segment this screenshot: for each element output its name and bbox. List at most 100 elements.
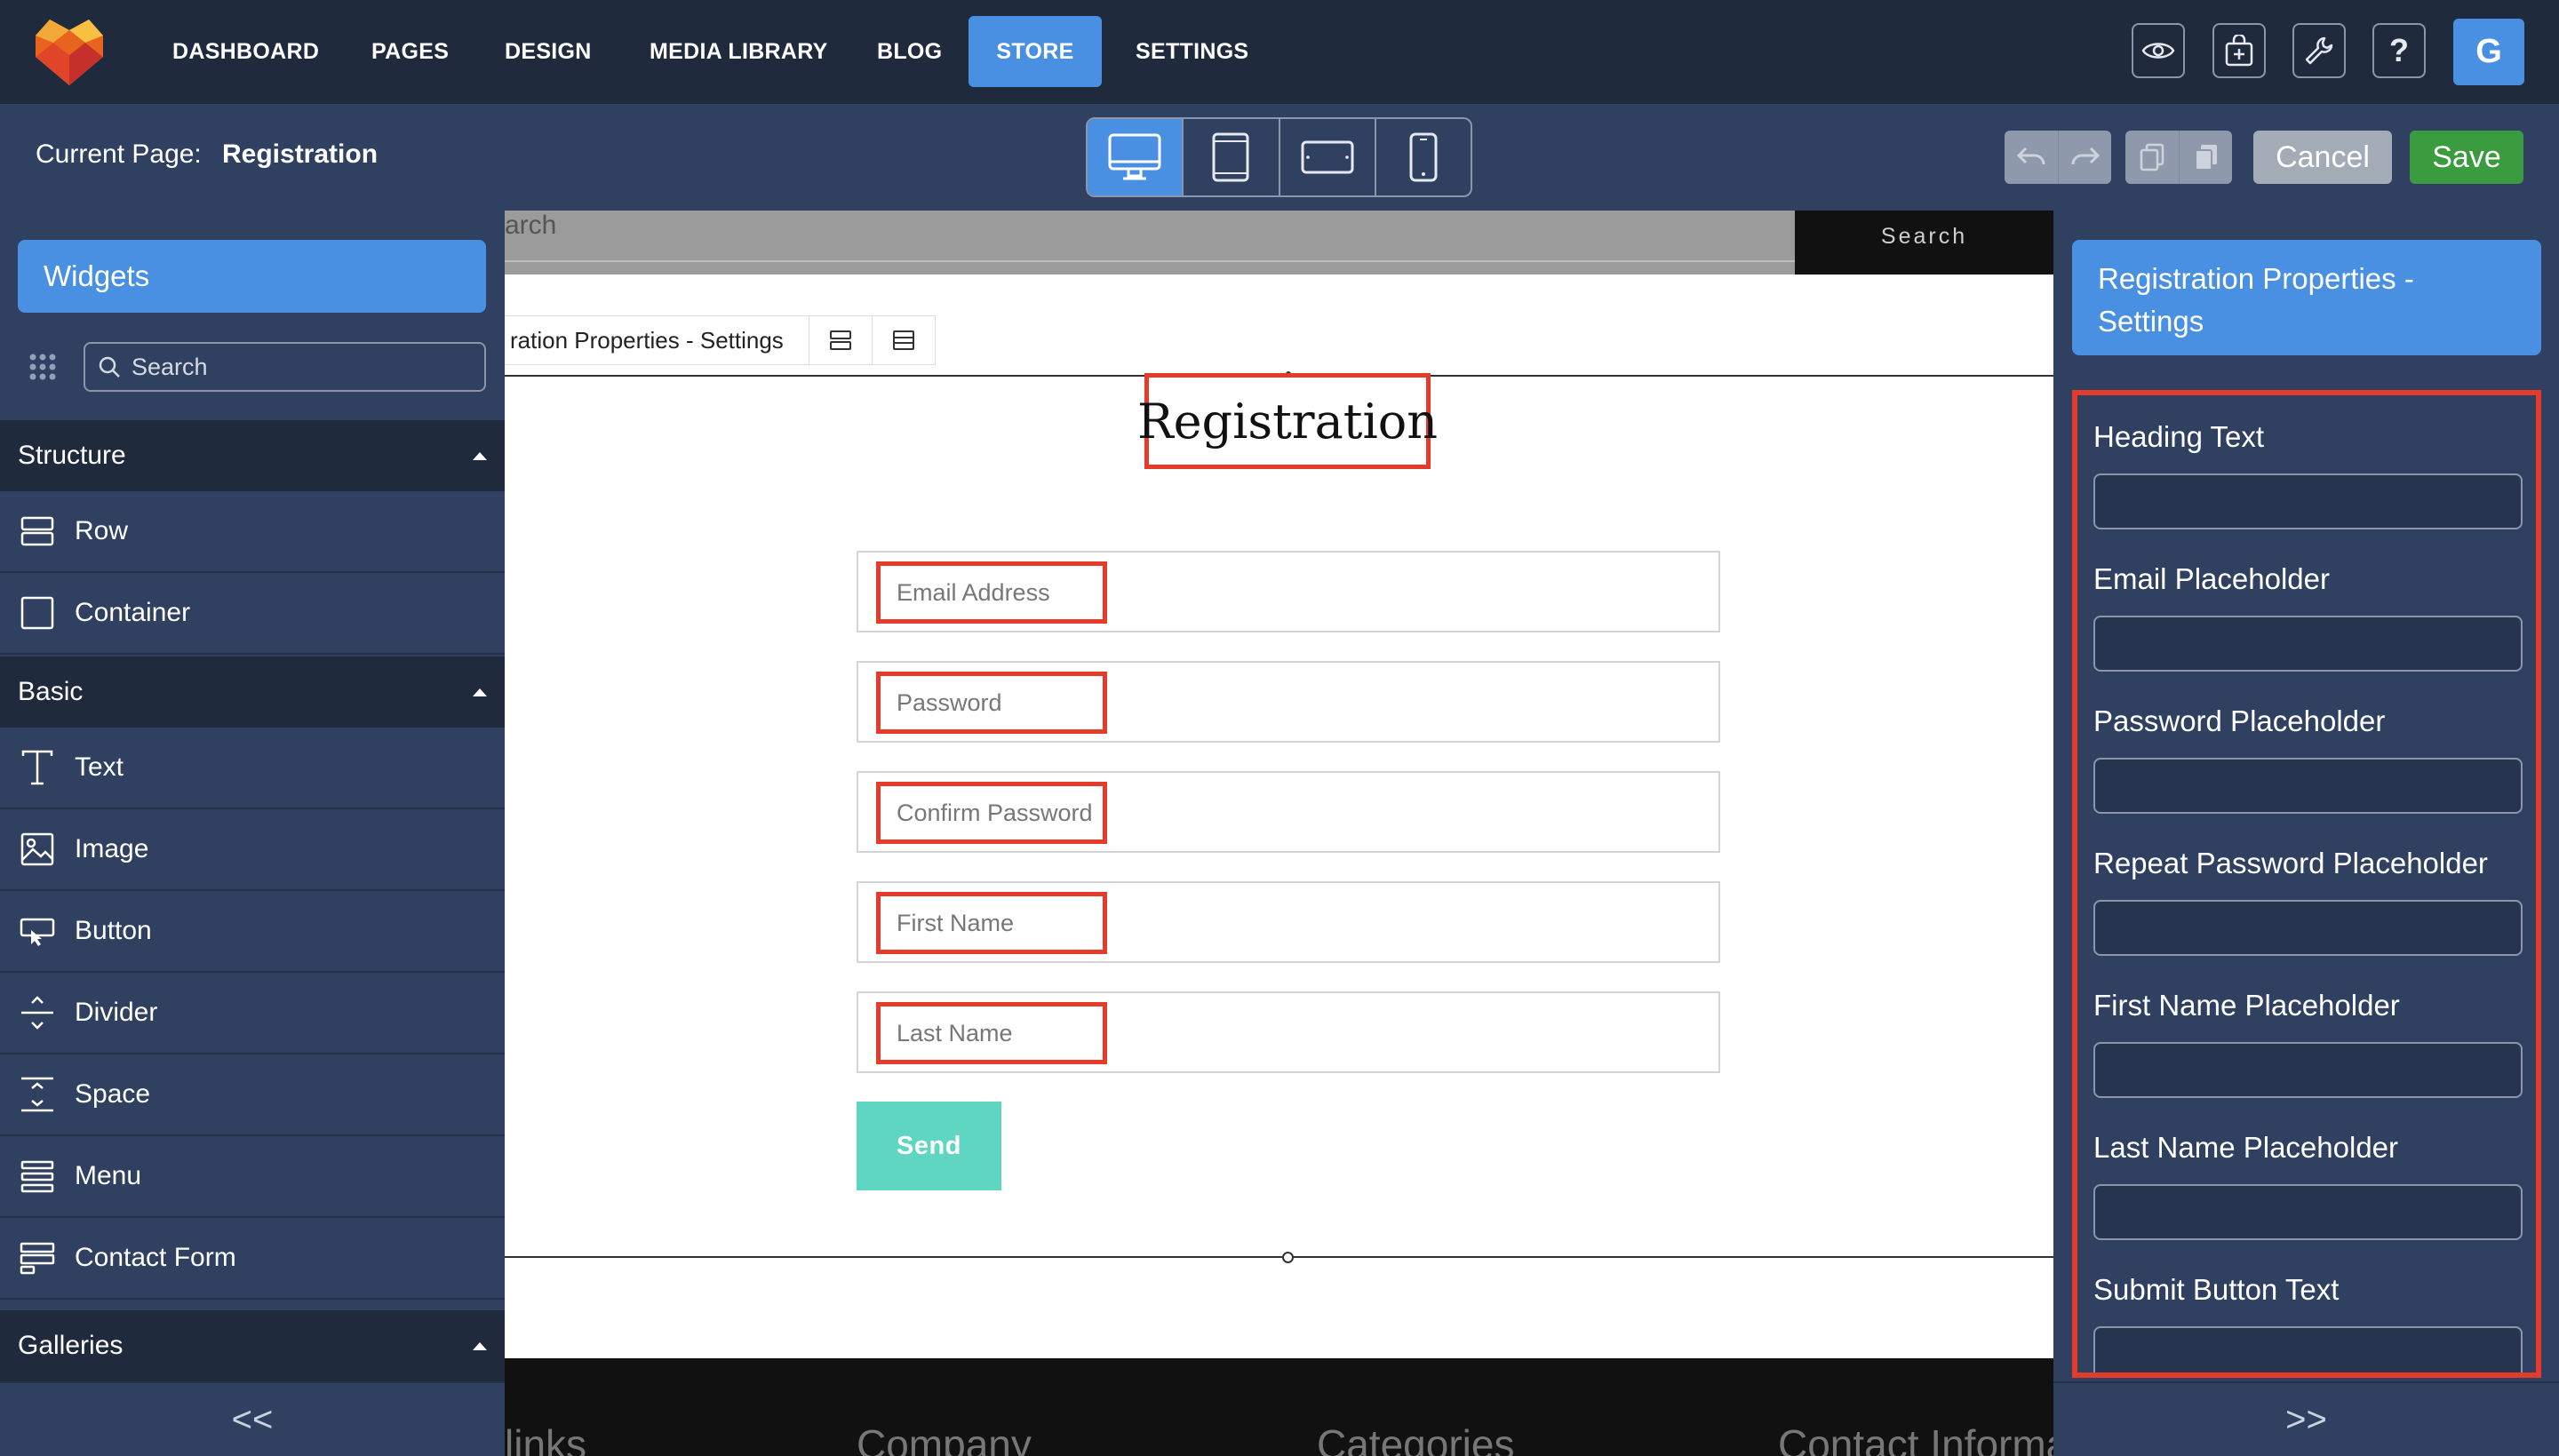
send-button[interactable]: Send: [857, 1102, 1001, 1190]
tools-button[interactable]: [2292, 23, 2346, 78]
redo-button[interactable]: [2058, 131, 2111, 184]
section-title: Basic: [18, 677, 84, 706]
search-placeholder: Search: [132, 353, 208, 380]
widget-label: Space: [75, 1079, 151, 1109]
site-search-button[interactable]: Search: [1795, 211, 2053, 274]
footer-col-contact: Contact Informat: [1778, 1421, 2053, 1456]
widget-text[interactable]: Text: [0, 728, 505, 809]
site-search-partial-text: arch: [505, 211, 557, 240]
footer-col-company: Company: [857, 1421, 1032, 1456]
nav-blog[interactable]: BLOG: [857, 16, 961, 87]
help-button[interactable]: ?: [2372, 23, 2426, 78]
email-placeholder-label: Email Placeholder: [2093, 562, 2330, 595]
copy-icon: [2139, 142, 2165, 172]
last-name-field[interactable]: Last Name: [857, 991, 1720, 1073]
widget-contact-form[interactable]: Contact Form: [0, 1218, 505, 1300]
device-desktop-button[interactable]: [1088, 119, 1184, 195]
footer-col-categories: Categories: [1317, 1421, 1515, 1456]
widget-menu[interactable]: Menu: [0, 1136, 505, 1218]
divider-icon: [0, 994, 75, 1031]
section-basic[interactable]: Basic: [0, 656, 505, 728]
device-phone-button[interactable]: [1376, 119, 1471, 195]
section-galleries[interactable]: Galleries: [0, 1310, 505, 1381]
collapse-right-panel-button[interactable]: >>: [2053, 1381, 2559, 1456]
user-avatar[interactable]: G: [2453, 19, 2524, 85]
heading-text-label: Heading Text: [2093, 420, 2265, 453]
properties-sidebar: Registration Properties - Settings Headi…: [2053, 211, 2559, 1456]
device-switcher: [1086, 117, 1472, 197]
email-placeholder-input[interactable]: [2093, 616, 2523, 672]
widgets-sidebar: Widgets Search Structure Row Container B…: [0, 211, 505, 1456]
last-name-placeholder-input[interactable]: [2093, 1184, 2523, 1240]
password-placeholder-input[interactable]: [2093, 758, 2523, 814]
nav-dashboard[interactable]: DASHBOARD: [153, 16, 339, 87]
properties-header: Registration Properties - Settings: [2072, 240, 2541, 355]
cancel-button[interactable]: Cancel: [2253, 131, 2392, 184]
breadcrumb-item-settings[interactable]: ration Properties - Settings: [505, 315, 809, 365]
device-tablet-portrait-button[interactable]: [1184, 119, 1280, 195]
breadcrumb: ration Properties - Settings: [505, 315, 936, 365]
first-name-placeholder-label: First Name Placeholder: [2093, 989, 2400, 1022]
paste-button[interactable]: [2179, 131, 2232, 184]
page-canvas: arch Search ration Properties - Settings…: [505, 211, 2053, 1456]
preview-button[interactable]: [2132, 23, 2185, 78]
container-icon: [892, 330, 915, 351]
widget-space[interactable]: Space: [0, 1054, 505, 1136]
nav-pages[interactable]: PAGES: [352, 16, 468, 87]
collapse-caret-icon: [473, 1342, 487, 1350]
widget-divider[interactable]: Divider: [0, 973, 505, 1054]
widget-label: Contact Form: [75, 1243, 236, 1272]
site-search-bar[interactable]: arch: [505, 211, 1795, 274]
widget-label: Container: [75, 598, 191, 627]
button-icon: [0, 914, 75, 948]
properties-form: Heading Text Email Placeholder Password …: [2072, 390, 2541, 1378]
widget-container[interactable]: Container: [0, 573, 505, 655]
grid-view-icon[interactable]: [28, 353, 57, 381]
row-icon: [0, 515, 75, 547]
resize-handle-bottom[interactable]: [1282, 1252, 1294, 1263]
first-name-field[interactable]: First Name: [857, 881, 1720, 963]
container-icon: [0, 595, 75, 631]
collapse-left-panel-button[interactable]: <<: [0, 1381, 505, 1456]
widget-label: Menu: [75, 1161, 142, 1190]
collapse-caret-icon: [473, 688, 487, 696]
app-logo[interactable]: [32, 16, 107, 87]
nav-media-library[interactable]: MEDIA LIBRARY: [630, 16, 848, 87]
device-tablet-landscape-button[interactable]: [1280, 119, 1376, 195]
tablet-portrait-icon: [1211, 131, 1250, 183]
widget-button[interactable]: Button: [0, 891, 505, 973]
last-name-placeholder-label: Last Name Placeholder: [2093, 1131, 2399, 1164]
breadcrumb-item-container[interactable]: [872, 315, 936, 365]
widget-label: Text: [75, 752, 124, 782]
undo-button[interactable]: [2005, 131, 2058, 184]
row-icon: [829, 330, 852, 351]
save-button[interactable]: Save: [2410, 131, 2523, 184]
submit-button-text-input[interactable]: [2093, 1326, 2523, 1372]
redo-icon: [2069, 145, 2101, 170]
breadcrumb-item-row[interactable]: [809, 315, 873, 365]
email-field[interactable]: Email Address: [857, 551, 1720, 633]
widget-search-input[interactable]: Search: [84, 342, 486, 392]
repeat-password-placeholder-input[interactable]: [2093, 900, 2523, 956]
nav-store[interactable]: STORE: [969, 16, 1102, 87]
menu-icon: [0, 1158, 75, 1194]
phone-icon: [1408, 131, 1439, 183]
password-field[interactable]: Password: [857, 661, 1720, 743]
shopping-bag-icon: [2224, 35, 2254, 67]
widget-label: Divider: [75, 998, 158, 1027]
store-button[interactable]: [2212, 23, 2266, 78]
copy-button[interactable]: [2125, 131, 2179, 184]
widget-image[interactable]: Image: [0, 809, 505, 891]
first-name-placeholder-input[interactable]: [2093, 1042, 2523, 1098]
confirm-password-field[interactable]: Confirm Password: [857, 771, 1720, 853]
image-icon: [0, 831, 75, 867]
desktop-icon: [1107, 132, 1162, 182]
nav-design[interactable]: DESIGN: [485, 16, 611, 87]
registration-heading[interactable]: Registration: [1137, 373, 1438, 469]
heading-text-input[interactable]: [2093, 473, 2523, 529]
nav-settings[interactable]: SETTINGS: [1116, 16, 1268, 87]
email-placeholder: Email Address: [876, 561, 1107, 624]
section-structure[interactable]: Structure: [0, 420, 505, 491]
widget-row[interactable]: Row: [0, 491, 505, 573]
question-mark-icon: ?: [2389, 32, 2409, 68]
